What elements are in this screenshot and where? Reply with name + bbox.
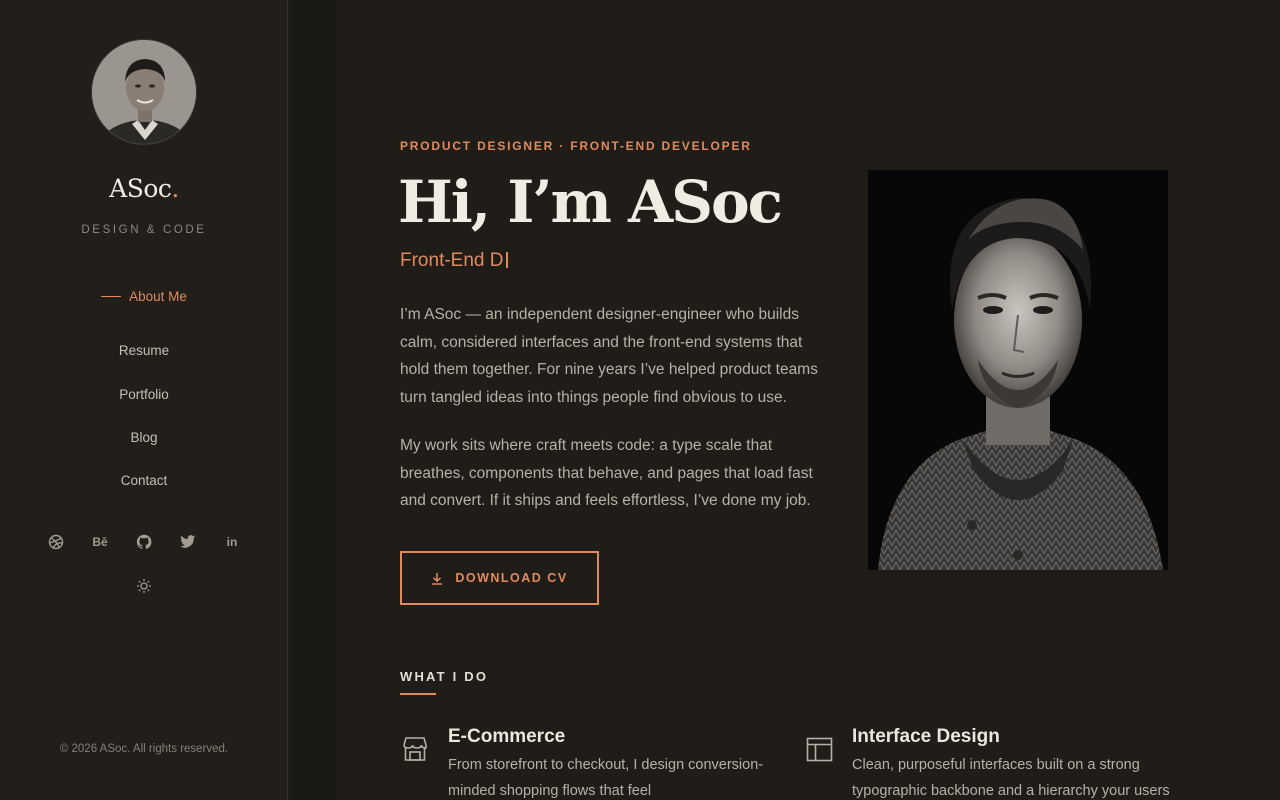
github-icon[interactable] [122,530,166,554]
portrait-photo [868,170,1168,570]
storefront-icon [400,734,430,764]
nav-item-portfolio[interactable]: Portfolio [0,372,288,415]
twitter-icon[interactable] [166,530,210,554]
behance-icon[interactable]: Bē [78,530,122,554]
sidebar: ASoc. DESIGN & CODE About Me Resume Port… [0,0,288,800]
nav-label: Blog [130,429,158,445]
nav-label: Contact [120,473,168,489]
nav-item-resume[interactable]: Resume [0,329,288,372]
typing-caret [506,252,508,268]
section-title-what-i-do: WHAT I DO [400,669,489,684]
hero-eyebrow: PRODUCT DESIGNER · FRONT-END DEVELOPER [400,139,752,153]
intro-paragraph-2: My work sits where craft meets code: a t… [400,437,813,510]
copyright: © 2026 ASoc. All rights reserved. [59,743,229,755]
active-indicator [101,296,122,297]
service-title: E-Commerce [448,726,566,747]
typed-text: Front-End D [400,250,504,271]
nav-label: About Me [129,289,187,304]
brand-logo[interactable]: ASoc. [0,174,288,203]
social-links: Bē in [34,530,254,554]
nav-label: Portfolio [119,386,169,402]
linkedin-icon[interactable]: in [210,530,254,554]
brand-dot: . [171,174,179,203]
service-title: Interface Design [852,726,1000,747]
download-cv-button[interactable]: DOWNLOAD CV [400,551,599,605]
nav-item-blog[interactable]: Blog [0,416,288,459]
layout-icon [804,734,834,764]
intro-paragraph: I’m ASoc — an independent designer-engin… [400,306,818,406]
dribbble-icon[interactable] [34,530,78,554]
sidebar-nav: About Me Resume Portfolio Blog Contact [0,286,288,503]
download-icon [432,572,443,585]
section-underline [400,693,436,695]
brand-tagline: DESIGN & CODE [81,224,207,236]
typed-role: Front-End D [400,250,508,272]
sun-icon[interactable] [132,574,156,598]
nav-label: Resume [118,343,170,359]
service-description: From storefront to checkout, I design co… [448,757,764,799]
nav-item-about-me[interactable]: About Me [0,286,288,307]
service-description: Clean, purposeful interfaces built on a … [852,757,1170,799]
gutter [289,0,336,800]
brand-name: ASoc [109,174,172,203]
download-cv-label: DOWNLOAD CV [455,571,568,585]
hero-title: Hi, I’m ASoc [398,168,783,236]
nav-item-contact[interactable]: Contact [0,459,288,502]
avatar [91,39,197,145]
